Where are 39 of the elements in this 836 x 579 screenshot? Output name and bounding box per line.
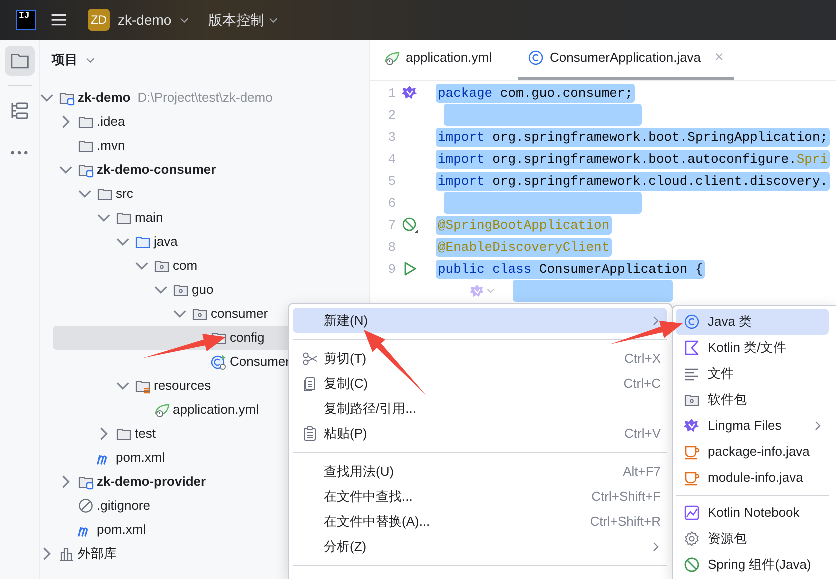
line-number: 6 xyxy=(387,196,396,210)
line-number: 5 xyxy=(387,174,396,188)
tree-item-label: pom.xml xyxy=(97,521,146,540)
shortcut-text: Ctrl+Shift+F xyxy=(592,488,661,506)
tree-item-label: src xyxy=(116,185,134,204)
tree-item-label: consumer xyxy=(211,305,268,324)
line-number: 3 xyxy=(387,130,396,144)
shortcut-text: Ctrl+C xyxy=(624,374,661,393)
tree-item-label: zk-demo-consumer xyxy=(97,161,216,180)
tree-item-label: 外部库 xyxy=(78,545,117,564)
tree-item-label: Consumer xyxy=(230,353,290,372)
tree-item-label: pom.xml xyxy=(116,449,166,468)
line-number: 7 xyxy=(387,218,396,232)
line-number: 1 xyxy=(387,86,396,100)
line-number: 4 xyxy=(387,152,396,166)
shortcut-text: Ctrl+Shift+R xyxy=(590,512,661,531)
shortcut-text: Ctrl+V xyxy=(624,424,661,443)
line-number: 9 xyxy=(387,262,396,276)
tree-item-label: com xyxy=(173,257,198,276)
path-text: D:\Project\test\zk-demo xyxy=(138,89,273,108)
panel-title: 项目 xyxy=(52,51,78,70)
tree-item-label: zk-demo-provider xyxy=(97,473,206,492)
tree-item-label: config xyxy=(230,329,265,348)
tree-item-label: .gitignore xyxy=(97,497,150,516)
tree-item-label: guo xyxy=(192,281,214,300)
tree-item-label: application.yml xyxy=(173,401,259,420)
tree-item-label: test xyxy=(135,425,156,444)
line-number: 8 xyxy=(387,240,396,254)
line-number: 2 xyxy=(387,108,396,122)
tree-item-label: .idea xyxy=(97,113,126,132)
app-logo: IJ xyxy=(16,10,36,30)
shortcut-text: Alt+F7 xyxy=(623,462,661,481)
project-badge: ZD xyxy=(88,9,110,31)
tree-item-label: main xyxy=(135,209,164,228)
tree-item-label: java xyxy=(154,233,178,252)
tree-item-label: resources xyxy=(154,377,212,396)
tree-item-label: zk-demo xyxy=(78,89,131,108)
shortcut-text: Ctrl+X xyxy=(624,350,661,368)
tree-item-label: .mvn xyxy=(97,137,126,156)
